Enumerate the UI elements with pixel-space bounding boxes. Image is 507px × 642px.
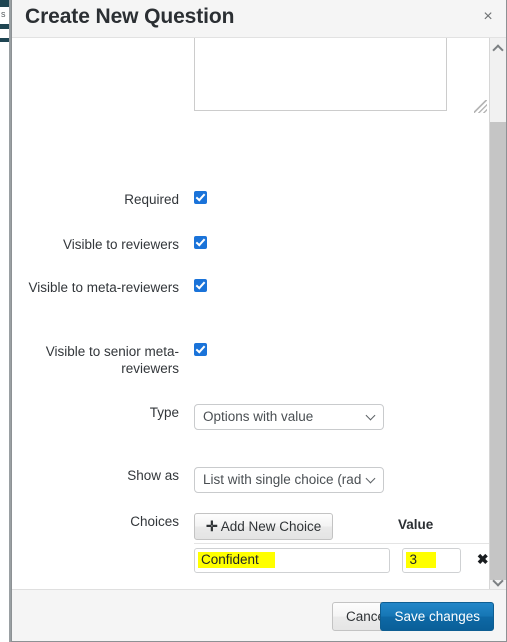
form-row-show-as: Show as List with single choice (radio l: [12, 467, 490, 493]
text-textarea-wrapper: [194, 38, 490, 116]
visible-to-reviewers-label: Visible to reviewers: [62, 237, 179, 252]
choice-row-spacer: [12, 548, 179, 573]
backdrop-text-fragment: s: [1, 9, 6, 19]
show-as-select-value: List with single choice (radio l: [203, 472, 361, 487]
question-text-input[interactable]: [194, 38, 447, 111]
choice-row: Confident 3 ✖: [12, 548, 490, 573]
dialog-body: Text Required Visible to reviewers: [12, 38, 506, 589]
required-label: Required: [124, 192, 179, 207]
visible-to-reviewers-control: [179, 236, 490, 254]
delete-choice-button[interactable]: ✖: [477, 551, 489, 568]
choice-text-wrapper: Confident: [194, 548, 390, 573]
required-control: [179, 191, 490, 209]
add-new-choice-button[interactable]: ✛ Add New Choice: [194, 513, 334, 540]
show-as-control: List with single choice (radio l: [179, 467, 490, 493]
visible-to-senior-meta-reviewers-control: [179, 343, 490, 377]
choices-divider: [194, 543, 490, 544]
choices-label: Choices: [130, 514, 179, 529]
dialog-footer: Cancel Save changes: [12, 589, 506, 641]
choice-value-input[interactable]: [402, 548, 462, 573]
choices-control: ✛ Add New Choice: [179, 513, 490, 540]
visible-to-meta-reviewers-label: Visible to meta-reviewers: [28, 280, 179, 295]
visible-to-meta-reviewers-checkbox[interactable]: [194, 279, 207, 292]
question-form: Text Required Visible to reviewers: [12, 38, 490, 589]
chevron-down-icon: [367, 475, 376, 484]
dialog-header: Create New Question ×: [12, 0, 506, 38]
visible-to-meta-reviewers-control: [179, 279, 490, 297]
chevron-down-icon: [367, 412, 376, 421]
resize-handle-icon[interactable]: [474, 100, 487, 113]
scrollbar-thumb[interactable]: [490, 122, 506, 580]
type-select-value: Options with value: [203, 409, 314, 424]
scroll-down-button[interactable]: [490, 572, 506, 589]
scroll-up-button[interactable]: [490, 38, 506, 55]
close-icon[interactable]: ×: [480, 9, 496, 25]
type-control: Options with value: [179, 404, 490, 430]
form-row-visible-meta-reviewers: Visible to meta-reviewers: [12, 279, 490, 297]
dialog-title: Create New Question: [25, 5, 235, 28]
text-label: Text: [12, 38, 179, 116]
choice-row-fields: Confident 3 ✖: [179, 548, 490, 573]
add-new-choice-label: Add New Choice: [220, 519, 322, 534]
type-label: Type: [149, 405, 179, 420]
choice-value-wrapper: 3: [402, 548, 462, 573]
value-column-header: Value: [398, 517, 434, 532]
save-changes-button[interactable]: Save changes: [380, 602, 494, 631]
form-row-visible-reviewers: Visible to reviewers: [12, 236, 490, 254]
visible-to-reviewers-checkbox[interactable]: [194, 236, 207, 249]
vertical-scrollbar[interactable]: [489, 38, 506, 589]
create-new-question-dialog: Create New Question × Text Required: [11, 0, 507, 642]
choice-text-input[interactable]: [194, 548, 390, 573]
visible-to-senior-meta-reviewers-label: Visible to senior meta-reviewers: [45, 344, 179, 376]
form-row-text: Text: [12, 38, 490, 116]
chevron-up-icon: [494, 44, 501, 51]
plus-icon: ✛: [206, 518, 218, 534]
chevron-down-icon: [494, 578, 501, 585]
text-control: [179, 38, 490, 116]
form-row-visible-senior-meta-reviewers: Visible to senior meta-reviewers: [12, 343, 490, 377]
show-as-label: Show as: [127, 468, 179, 483]
required-checkbox[interactable]: [194, 191, 207, 204]
form-row-required: Required: [12, 191, 490, 209]
form-row-type: Type Options with value: [12, 404, 490, 430]
type-select[interactable]: Options with value: [194, 404, 384, 430]
show-as-select[interactable]: List with single choice (radio l: [194, 467, 384, 493]
visible-to-senior-meta-reviewers-checkbox[interactable]: [194, 343, 207, 356]
